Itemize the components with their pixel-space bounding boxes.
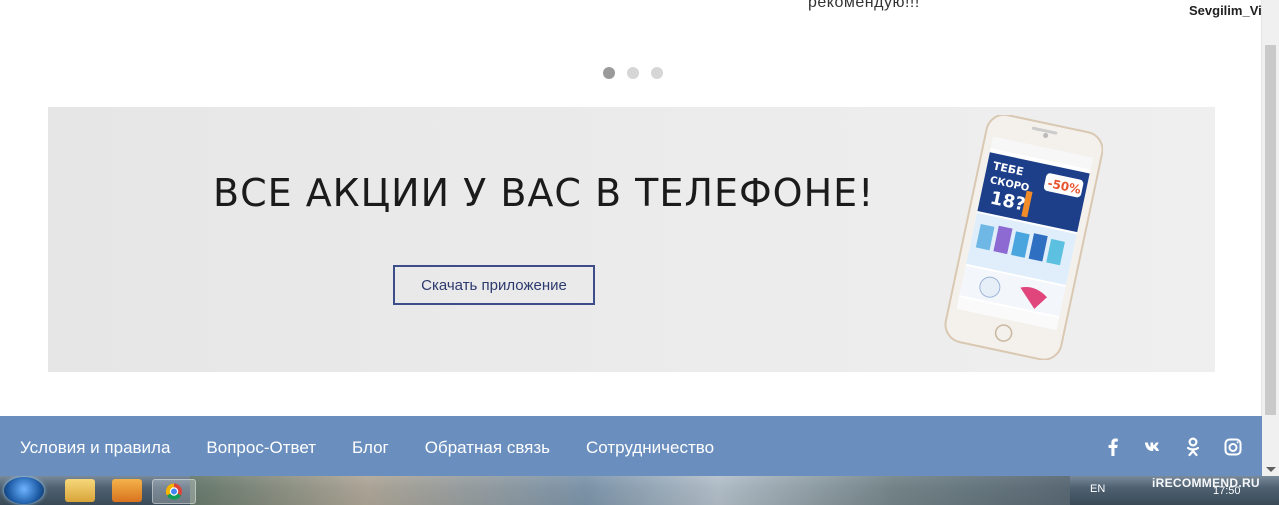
scroll-down-arrow-icon[interactable] <box>1266 467 1276 472</box>
footer-link-blog[interactable]: Блог <box>352 438 389 458</box>
windows-taskbar: EN 17:50 <box>0 476 1279 505</box>
carousel-dot-1[interactable] <box>603 67 615 79</box>
language-indicator[interactable]: EN <box>1090 483 1105 495</box>
footer-link-terms[interactable]: Условия и правила <box>20 438 170 458</box>
social-links <box>1104 437 1242 457</box>
phone-image: ТЕБЕ СКОРО 18? -50% <box>943 113 1104 361</box>
carousel-dots <box>603 67 663 79</box>
download-app-button[interactable]: Скачать приложение <box>393 265 595 305</box>
facebook-icon[interactable] <box>1104 438 1122 456</box>
carousel-dot-3[interactable] <box>651 67 663 79</box>
file-explorer-icon[interactable] <box>65 479 95 502</box>
footer-link-feedback[interactable]: Обратная связь <box>425 438 550 458</box>
windows-start-icon[interactable] <box>4 477 44 504</box>
watermark: iRECOMMEND.RU <box>1152 476 1260 490</box>
footer-nav: Условия и правила Вопрос-Ответ Блог Обра… <box>20 438 714 458</box>
scrollbar-thumb[interactable] <box>1265 45 1276 415</box>
review-text-fragment: рекомендую!!! <box>808 0 920 11</box>
banner-title: ВСЕ АКЦИИ У ВАС В ТЕЛЕФОНЕ! <box>213 171 875 215</box>
scrollbar[interactable] <box>1261 0 1279 476</box>
footer-link-partnership[interactable]: Сотрудничество <box>586 438 714 458</box>
instagram-icon[interactable] <box>1224 438 1242 456</box>
media-player-icon[interactable] <box>112 479 142 502</box>
chrome-taskbar-button[interactable] <box>152 479 196 504</box>
carousel-dot-2[interactable] <box>627 67 639 79</box>
footer-link-faq[interactable]: Вопрос-Ответ <box>206 438 316 458</box>
site-footer: Условия и правила Вопрос-Ответ Блог Обра… <box>0 416 1262 476</box>
chrome-icon <box>165 483 182 500</box>
odnoklassniki-icon[interactable] <box>1184 437 1202 457</box>
vk-icon[interactable] <box>1144 438 1162 456</box>
app-promo-banner: ВСЕ АКЦИИ У ВАС В ТЕЛЕФОНЕ! Скачать прил… <box>48 107 1215 372</box>
